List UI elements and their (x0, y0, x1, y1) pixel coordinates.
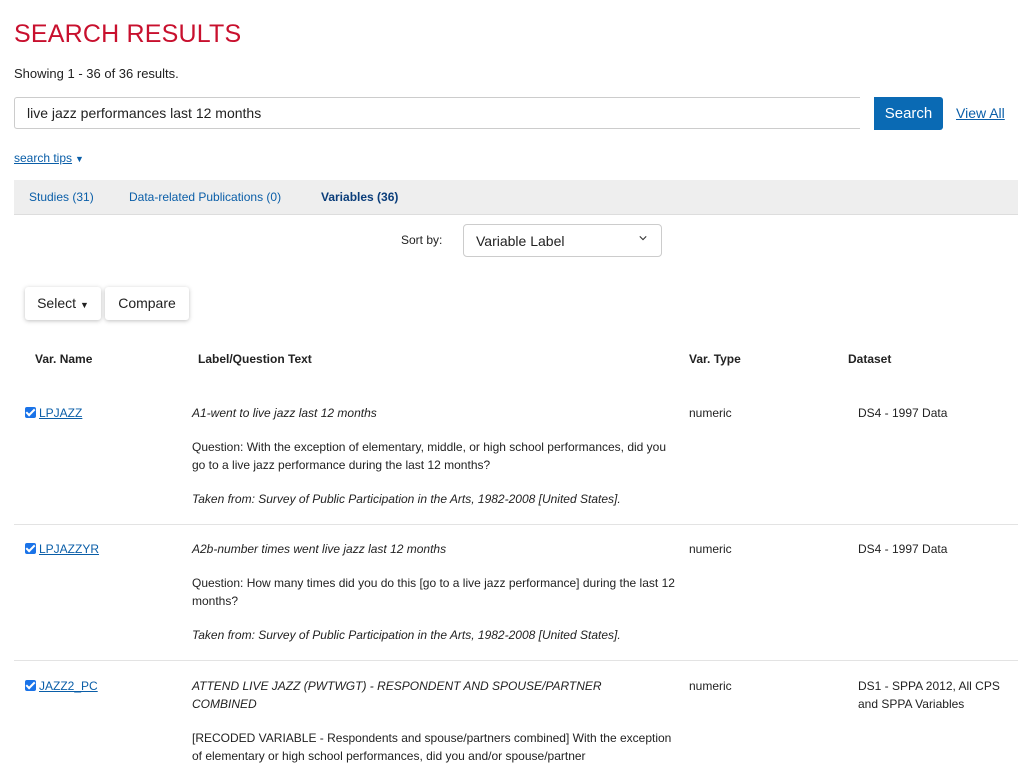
table-row: JAZZ2_PC ATTEND LIVE JAZZ (PWTWGT) - RES… (14, 661, 1018, 767)
variable-label: A2b-number times went live jazz last 12 … (192, 542, 447, 556)
results-tabs: Studies (31) Data-related Publications (… (14, 180, 1018, 215)
sort-select[interactable]: Variable Label (463, 224, 662, 257)
row-checkbox[interactable] (25, 407, 36, 418)
var-name-link[interactable]: LPJAZZ (39, 406, 82, 420)
tab-studies[interactable]: Studies (31) (29, 190, 94, 204)
compare-button[interactable]: Compare (105, 287, 189, 320)
source-text: Taken from: Survey of Public Participati… (192, 628, 621, 642)
var-type-cell: numeric (689, 679, 732, 693)
tab-variables[interactable]: Variables (36) (321, 190, 398, 204)
label-cell: A1-went to live jazz last 12 months Ques… (192, 404, 682, 508)
search-tips-label: search tips (14, 151, 73, 165)
header-dataset: Dataset (848, 352, 892, 366)
dataset-cell: DS1 - SPPA 2012, All CPS and SPPA Variab… (858, 679, 1000, 711)
var-name-link[interactable]: LPJAZZYR (39, 542, 99, 556)
sort-label: Sort by: (401, 233, 443, 247)
header-var-type: Var. Type (689, 352, 741, 366)
var-name-link[interactable]: JAZZ2_PC (39, 679, 98, 693)
tab-publications[interactable]: Data-related Publications (0) (129, 190, 281, 204)
dataset-cell: DS4 - 1997 Data (858, 542, 948, 556)
table-row: LPJAZZ A1-went to live jazz last 12 mont… (14, 387, 1018, 525)
var-type-cell: numeric (689, 542, 732, 556)
question-text: Question: With the exception of elementa… (192, 440, 667, 472)
source-text: Taken from: Survey of Public Participati… (192, 492, 621, 506)
chevron-down-icon (639, 236, 647, 241)
var-name-cell: LPJAZZYR (25, 540, 99, 558)
caret-down-icon: ▼ (75, 154, 84, 164)
var-name-cell: JAZZ2_PC (25, 677, 98, 695)
sort-selected-value: Variable Label (476, 233, 565, 249)
results-count: Showing 1 - 36 of 36 results. (14, 66, 179, 81)
var-name-cell: LPJAZZ (25, 404, 82, 422)
question-text: Question: How many times did you do this… (192, 576, 675, 608)
search-button[interactable]: Search (874, 97, 943, 130)
row-checkbox[interactable] (25, 543, 36, 554)
caret-down-icon: ▼ (80, 300, 89, 310)
row-checkbox[interactable] (25, 680, 36, 691)
label-cell: ATTEND LIVE JAZZ (PWTWGT) - RESPONDENT A… (192, 677, 671, 765)
variable-label: A1-went to live jazz last 12 months (192, 406, 377, 420)
page-title: SEARCH RESULTS (14, 20, 242, 48)
var-type-cell: numeric (689, 406, 732, 420)
search-tips-link[interactable]: search tips ▼ (14, 151, 84, 165)
header-label: Label/Question Text (198, 352, 312, 366)
view-all-link[interactable]: View All (956, 105, 1005, 121)
search-bar: Search View All (14, 97, 1010, 131)
table-row: LPJAZZYR A2b-number times went live jazz… (14, 525, 1018, 661)
search-input[interactable] (14, 97, 860, 129)
select-dropdown-button[interactable]: Select ▼ (25, 287, 101, 320)
select-label: Select (37, 295, 76, 311)
dataset-cell: DS4 - 1997 Data (858, 406, 948, 420)
header-var-name: Var. Name (35, 352, 93, 366)
question-text: [RECODED VARIABLE - Respondents and spou… (192, 731, 672, 763)
variable-label: ATTEND LIVE JAZZ (PWTWGT) - RESPONDENT A… (192, 679, 602, 711)
label-cell: A2b-number times went live jazz last 12 … (192, 540, 682, 644)
